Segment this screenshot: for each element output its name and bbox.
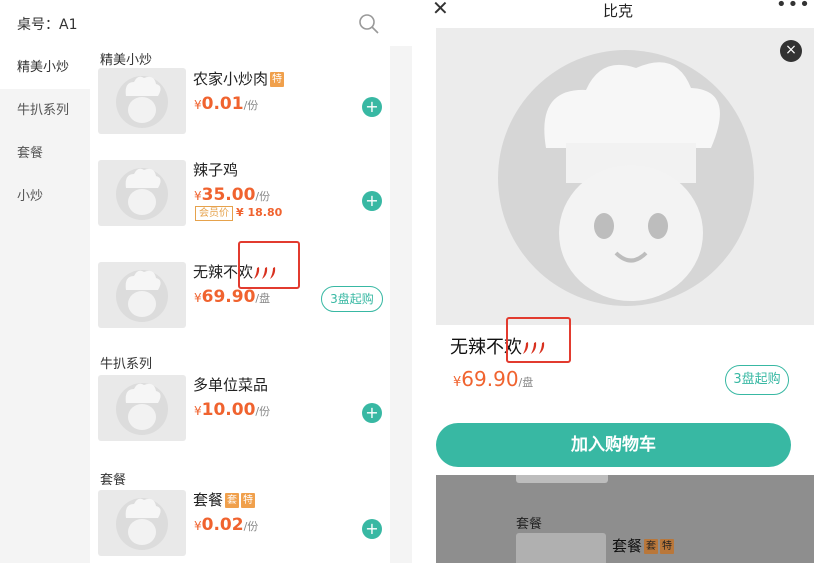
dimmed-background: 套餐 套餐套特: [436, 475, 814, 563]
set-tag: 套: [225, 493, 240, 508]
dimmed-dish-image: [516, 533, 606, 563]
detail-price: ¥69.90/盘: [453, 367, 534, 391]
sidebar-item-niupa[interactable]: 牛扒系列: [0, 89, 90, 132]
add-button[interactable]: +: [362, 191, 382, 211]
mini-program-nav: ✕ 比克 •••: [422, 0, 814, 28]
dish-name: 多单位菜品: [193, 376, 269, 394]
dimmed-card: [516, 475, 608, 483]
panel-divider: [412, 0, 422, 563]
table-number: 桌号：A1: [17, 17, 78, 33]
add-button[interactable]: +: [362, 97, 382, 117]
dish-image[interactable]: [98, 490, 186, 556]
dish-image[interactable]: [98, 262, 186, 328]
dish-name: 套餐套特: [193, 491, 256, 509]
dish-price: ¥69.90/盘: [194, 287, 271, 307]
section-title: 精美小炒: [100, 53, 153, 68]
dish-image[interactable]: [98, 160, 186, 226]
dish-price: ¥0.01/份: [194, 94, 259, 114]
special-tag: 特: [270, 72, 285, 87]
menu-panel: 桌号：A1 精美小炒 牛扒系列 套餐 小炒 精美小炒 农家小炒肉特 ¥0.01/…: [0, 0, 412, 563]
dish-list: 精美小炒 农家小炒肉特 ¥0.01/份 + 辣子鸡 ¥35.00/份 会员价 ¥ …: [90, 46, 390, 563]
chef-illustration: [498, 50, 754, 306]
category-sidebar: 精美小炒 牛扒系列 套餐 小炒: [0, 46, 90, 218]
min-order-button[interactable]: 3盘起购: [725, 365, 789, 395]
add-button[interactable]: +: [362, 403, 382, 423]
dismiss-button[interactable]: ×: [780, 40, 802, 62]
dish-price: ¥0.02/份: [194, 515, 259, 535]
member-badge: 会员价: [195, 206, 233, 221]
more-icon[interactable]: •••: [776, 0, 811, 15]
header-bar: 桌号：A1: [0, 0, 412, 46]
dimmed-section-title: 套餐: [516, 517, 543, 532]
dish-price: ¥10.00/份: [194, 400, 271, 420]
dish-name: 辣子鸡: [193, 161, 239, 179]
highlight-box: [238, 241, 300, 289]
detail-sheet: 无辣不欢 ¥69.90/盘 3盘起购 加入购物车: [436, 317, 814, 475]
highlight-box: [506, 317, 571, 363]
sidebar-item-xiaochao[interactable]: 小炒: [0, 175, 90, 218]
dish-price: ¥35.00/份: [194, 185, 271, 205]
sidebar-item-taocan[interactable]: 套餐: [0, 132, 90, 175]
chef-placeholder-icon: [116, 168, 168, 220]
dish-image[interactable]: [98, 375, 186, 441]
add-button[interactable]: +: [362, 519, 382, 539]
min-order-button[interactable]: 3盘起购: [321, 286, 383, 312]
dish-detail-panel: ✕ 比克 ••• × 无辣不欢 ¥69.90/盘 3盘起购 加入购物车 套餐 套…: [422, 0, 814, 563]
add-to-cart-button[interactable]: 加入购物车: [436, 423, 791, 467]
page-title: 比克: [602, 2, 633, 20]
member-price: 会员价 ¥ 18.80: [195, 206, 282, 221]
chef-placeholder-icon: [116, 383, 168, 435]
special-tag: 特: [241, 493, 256, 508]
dimmed-dish-name: 套餐套特: [612, 537, 675, 555]
dish-name: 农家小炒肉特: [193, 70, 285, 88]
search-icon[interactable]: [358, 13, 380, 35]
chef-placeholder-icon: [116, 270, 168, 322]
sidebar-item-jingmei[interactable]: 精美小炒: [0, 46, 90, 89]
section-title: 牛扒系列: [100, 357, 153, 372]
chef-placeholder-icon: [116, 76, 168, 128]
dish-hero-image: [436, 28, 814, 325]
chef-placeholder-icon: [116, 498, 168, 550]
dish-image[interactable]: [98, 68, 186, 134]
section-title: 套餐: [100, 473, 127, 488]
